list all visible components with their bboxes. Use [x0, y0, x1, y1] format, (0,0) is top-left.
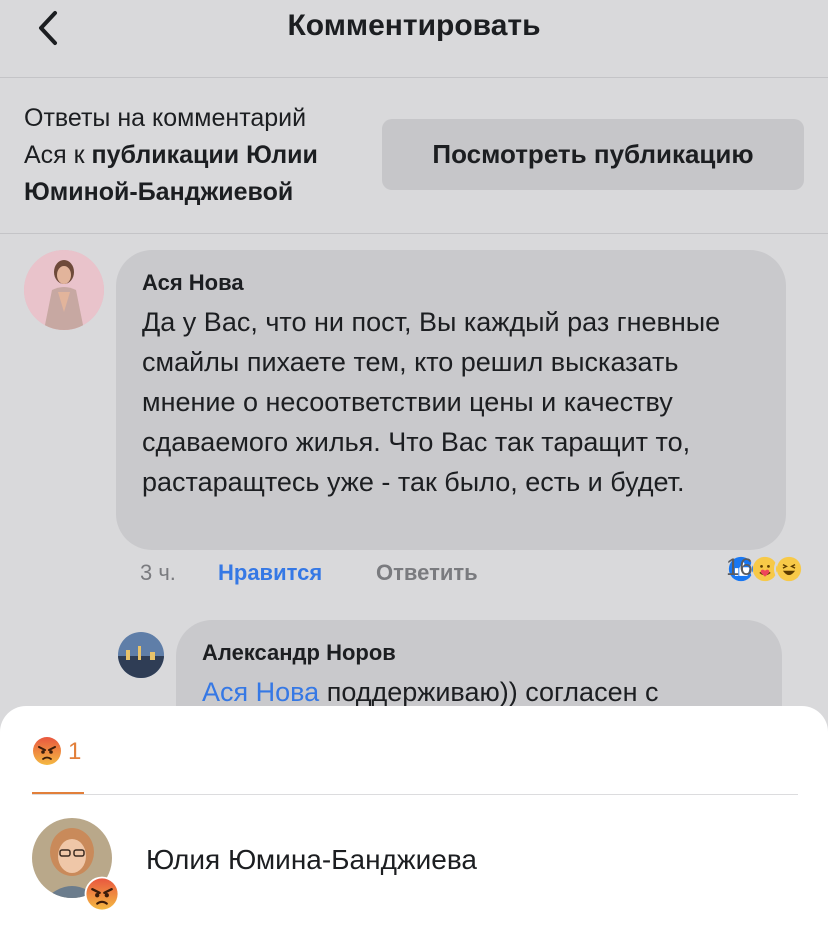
avatar[interactable]: [24, 250, 104, 330]
context-description: Ответы на комментарий Ася к публикации Ю…: [24, 100, 369, 211]
reaction-user-name[interactable]: Юлия Юмина-Банджиева: [146, 844, 477, 876]
reply-author[interactable]: Александр Норов: [202, 640, 772, 666]
haha-icon: [774, 554, 804, 584]
context-line-1: Ответы на комментарий: [24, 104, 307, 132]
avatar[interactable]: [118, 632, 164, 678]
reply-context: Ответы на комментарий Ася к публикации Ю…: [0, 78, 828, 234]
reply-button[interactable]: Ответить: [376, 560, 478, 586]
context-line-2-prefix: Ася к: [24, 141, 92, 169]
context-line-3: Юминой-Банджиевой: [24, 174, 369, 211]
tab-count: 1: [68, 738, 82, 765]
page-title: Комментировать: [287, 8, 541, 42]
chevron-left-icon: [39, 11, 57, 45]
context-line-2: Ася к публикации Юлии: [24, 137, 369, 174]
view-post-button[interactable]: Посмотреть публикацию: [382, 119, 804, 190]
context-post-link[interactable]: публикации Юлии: [92, 141, 318, 169]
mention-link[interactable]: Ася Нова: [202, 677, 319, 707]
reaction-summary[interactable]: 16: [726, 554, 804, 584]
comment-time: 3 ч.: [140, 560, 176, 585]
tab-angry-reactions[interactable]: 1: [32, 736, 84, 798]
reaction-user-row[interactable]: Юлия Юмина-Банджиева: [32, 818, 798, 912]
comment-actions: 3 ч. Нравится Ответить 16: [140, 554, 810, 590]
reaction-count: 16: [726, 554, 753, 581]
divider: [32, 794, 798, 795]
comment-text: Да у Вас, что ни пост, Вы каждый раз гне…: [142, 307, 721, 497]
comment-author[interactable]: Ася Нова: [142, 270, 772, 296]
angry-icon: [33, 737, 61, 765]
top-bar: Комментировать: [0, 0, 828, 78]
reactions-sheet: 1 Юлия Юмина-Банджиева: [0, 706, 828, 932]
angry-icon: [84, 876, 120, 912]
reply-text-body: поддерживаю)) согласен с: [319, 677, 659, 707]
context-post-author[interactable]: Юминой-Банджиевой: [24, 178, 293, 206]
back-button[interactable]: [30, 10, 66, 46]
comment-bubble: Ася Нова Да у Вас, что ни пост, Вы кажды…: [116, 250, 786, 550]
like-button[interactable]: Нравится: [218, 560, 322, 586]
